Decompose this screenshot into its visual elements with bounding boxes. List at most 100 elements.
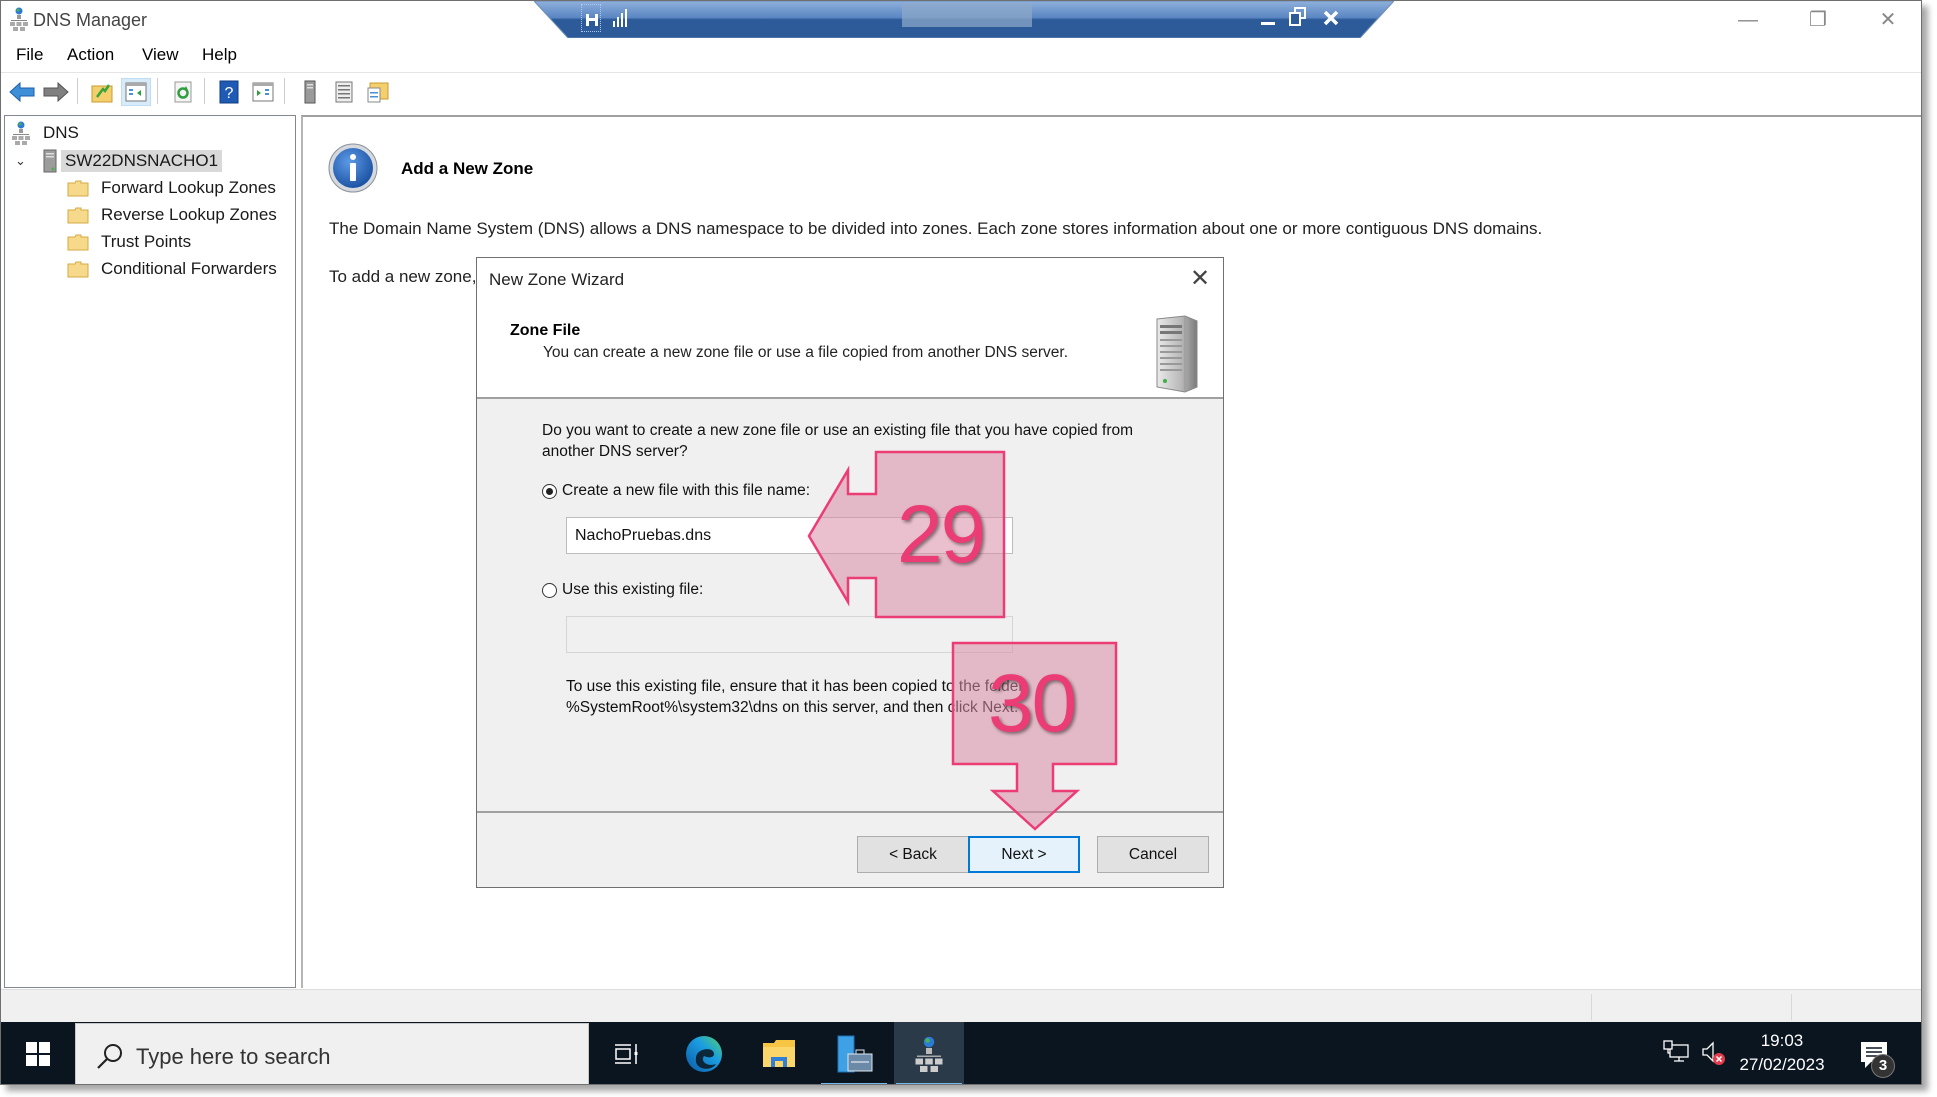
remote-restore-icon[interactable] bbox=[1289, 7, 1307, 27]
tree-node-forward-lookup-zones[interactable]: Forward Lookup Zones bbox=[67, 176, 280, 200]
edge-taskbar-button[interactable] bbox=[669, 1022, 739, 1084]
pin-icon bbox=[586, 14, 598, 26]
info-icon bbox=[328, 143, 378, 193]
task-view-button[interactable] bbox=[592, 1022, 662, 1084]
dialog-title: New Zone Wizard bbox=[489, 270, 625, 289]
remote-desktop-connection-bar bbox=[534, 1, 1394, 38]
menu-help[interactable]: Help bbox=[202, 45, 237, 65]
forward-button[interactable] bbox=[41, 78, 71, 106]
system-clock[interactable]: 19:03 27/02/2023 bbox=[1727, 1029, 1837, 1077]
wizard-question: Do you want to create a new zone file or… bbox=[542, 422, 1134, 460]
volume-muted-icon[interactable] bbox=[1701, 1040, 1727, 1066]
add-zone-instructions: To add a new zone, bbox=[329, 267, 477, 286]
folder-up-icon bbox=[91, 84, 113, 103]
network-icon[interactable] bbox=[1663, 1040, 1689, 1064]
radio-label: Create a new file with this file name: bbox=[562, 482, 811, 499]
close-icon: ✕ bbox=[1189, 265, 1211, 292]
task-view-icon bbox=[615, 1044, 638, 1064]
running-indicator bbox=[821, 1083, 887, 1084]
menu-bar: File Action View Help bbox=[1, 42, 1921, 70]
minimize-button[interactable]: — bbox=[1725, 5, 1771, 35]
restore-icon: ❐ bbox=[1809, 9, 1827, 31]
file-explorer-taskbar-button[interactable] bbox=[744, 1022, 814, 1084]
status-bar bbox=[1, 989, 1921, 1022]
properties-button[interactable] bbox=[363, 78, 393, 106]
toolbar-separator bbox=[284, 78, 285, 104]
dns-manager-window: DNS Manager — ❐ ✕ File Action View Help bbox=[0, 0, 1922, 1085]
next-button[interactable]: Next > bbox=[968, 836, 1080, 873]
connection-signal-icon[interactable] bbox=[613, 9, 627, 27]
radio-selected[interactable] bbox=[542, 483, 557, 499]
menu-view[interactable]: View bbox=[142, 45, 179, 65]
tree-label: Trust Points bbox=[101, 232, 192, 251]
dialog-close-button[interactable]: ✕ bbox=[1183, 264, 1217, 294]
existing-file-note: To use this existing file, ensure that i… bbox=[566, 678, 1024, 716]
search-placeholder: Type here to search bbox=[136, 1044, 331, 1069]
tree-label: SW22DNSNACHO1 bbox=[61, 150, 223, 172]
dns-manager-icon bbox=[915, 1036, 943, 1072]
clock-time: 19:03 bbox=[1760, 1031, 1804, 1050]
back-button[interactable] bbox=[7, 78, 37, 106]
taskbar: Type here to search 19:03 27/02/2023 3 bbox=[1, 1022, 1921, 1084]
dns-manager-taskbar-button[interactable] bbox=[894, 1022, 964, 1084]
new-zone-wizard-dialog: New Zone Wizard ✕ Zone File You can crea… bbox=[476, 257, 1224, 888]
console-tree: DNS ⌄ SW22DNSNACHO1 Forward Lookup Zones… bbox=[4, 115, 296, 988]
arrow-right-icon bbox=[43, 82, 69, 102]
tree-label: Conditional Forwarders bbox=[101, 259, 277, 278]
properties-icon bbox=[367, 82, 389, 103]
refresh-button[interactable] bbox=[168, 78, 198, 106]
dns-icon bbox=[12, 121, 30, 145]
server-tower-icon bbox=[1156, 315, 1198, 393]
notification-count-badge: 3 bbox=[1871, 1054, 1895, 1078]
file-name-input[interactable] bbox=[566, 517, 1013, 554]
chevron-down-icon[interactable]: ⌄ bbox=[15, 153, 29, 169]
pin-button[interactable] bbox=[581, 4, 601, 32]
cancel-button[interactable]: Cancel bbox=[1097, 836, 1209, 873]
server-manager-taskbar-button[interactable] bbox=[819, 1022, 889, 1084]
tree-node-reverse-lookup-zones[interactable]: Reverse Lookup Zones bbox=[67, 203, 281, 227]
server-button[interactable] bbox=[295, 78, 325, 106]
tree-node-conditional-forwarders[interactable]: Conditional Forwarders bbox=[67, 257, 281, 281]
use-existing-file-radio[interactable]: Use this existing file: bbox=[542, 581, 703, 599]
menu-action[interactable]: Action bbox=[67, 45, 114, 65]
svg-text:?: ? bbox=[225, 85, 234, 102]
arrow-left-icon bbox=[9, 82, 35, 102]
start-button[interactable] bbox=[1, 1022, 75, 1084]
existing-file-input[interactable] bbox=[566, 616, 1013, 653]
tree-node-trust-points[interactable]: Trust Points bbox=[67, 230, 195, 254]
menu-file[interactable]: File bbox=[16, 45, 43, 65]
remote-close-icon[interactable] bbox=[1323, 10, 1339, 26]
file-explorer-icon bbox=[763, 1040, 795, 1067]
folder-icon bbox=[67, 180, 89, 196]
list-button[interactable] bbox=[329, 78, 359, 106]
show-hide-action-pane-button[interactable] bbox=[248, 78, 278, 106]
wizard-step-title: Zone File bbox=[510, 322, 581, 339]
minimize-icon: — bbox=[1738, 9, 1758, 31]
back-button[interactable]: < Back bbox=[857, 836, 969, 873]
toolbar: ? bbox=[1, 72, 1921, 108]
dns-manager-icon bbox=[10, 7, 28, 31]
folder-icon bbox=[67, 234, 89, 250]
running-indicator bbox=[896, 1083, 962, 1084]
radio-unselected[interactable] bbox=[542, 582, 557, 598]
tree-label: Forward Lookup Zones bbox=[101, 178, 276, 197]
page-heading: Add a New Zone bbox=[401, 159, 534, 178]
close-button[interactable]: ✕ bbox=[1865, 5, 1911, 35]
server-icon bbox=[304, 80, 316, 104]
folder-icon bbox=[67, 261, 89, 277]
help-button[interactable]: ? bbox=[214, 78, 244, 106]
show-hide-console-tree-button[interactable] bbox=[121, 78, 151, 106]
footer-divider bbox=[477, 811, 1223, 813]
edge-icon bbox=[686, 1036, 722, 1072]
status-divider bbox=[1791, 994, 1792, 1020]
tree-label: DNS bbox=[43, 123, 79, 142]
restore-button[interactable]: ❐ bbox=[1795, 5, 1841, 35]
create-new-file-radio[interactable]: Create a new file with this file name: bbox=[542, 482, 810, 500]
remote-minimize-icon[interactable] bbox=[1261, 18, 1277, 26]
folder-icon bbox=[67, 207, 89, 223]
wizard-step-subtitle: You can create a new zone file or use a … bbox=[543, 344, 1068, 361]
taskbar-search-box[interactable]: Type here to search bbox=[75, 1023, 589, 1084]
up-one-level-button[interactable] bbox=[87, 78, 117, 106]
tree-node-server[interactable]: ⌄ SW22DNSNACHO1 bbox=[15, 149, 223, 173]
tree-node-dns[interactable]: DNS bbox=[11, 121, 83, 145]
